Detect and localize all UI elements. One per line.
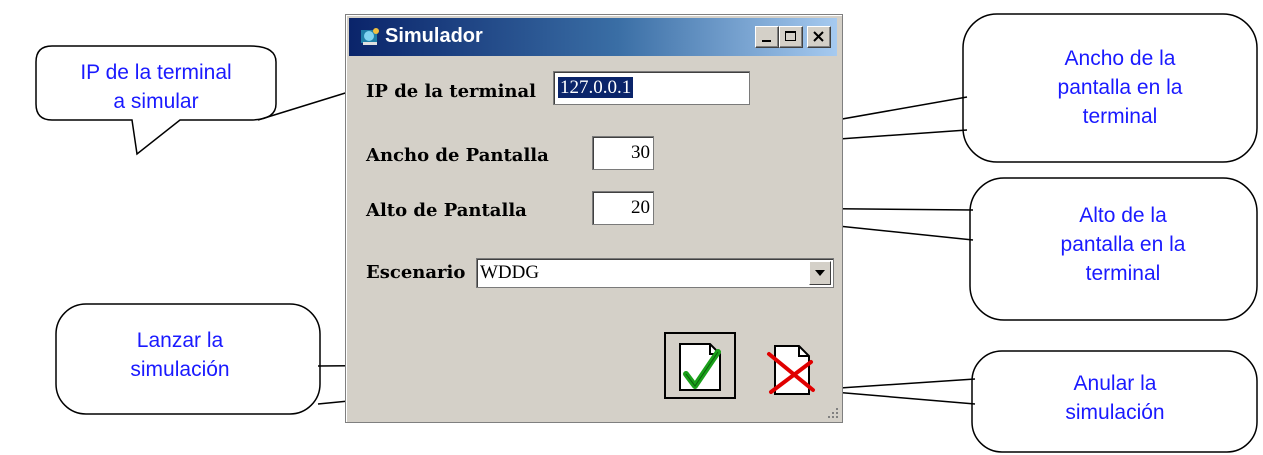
height-label: Alto de Pantalla	[366, 200, 527, 221]
callout-height-text: Alto de la pantalla en la terminal	[1060, 204, 1186, 285]
ip-input[interactable]: 127.0.0.1	[553, 71, 750, 105]
minimize-icon	[762, 40, 771, 42]
close-button[interactable]	[807, 26, 831, 48]
window-title: Simulador	[385, 25, 483, 47]
minimize-button[interactable]	[755, 26, 779, 48]
simulador-window: Simulador IP de la terminal 127.0.0.1 An…	[345, 14, 843, 423]
document-x-icon	[767, 345, 815, 395]
scenario-select[interactable]: WDDG	[476, 258, 834, 288]
chevron-down-icon	[815, 270, 825, 276]
callout-cancel-text: Anular la simulación	[1065, 372, 1165, 424]
width-input[interactable]: 30	[592, 136, 654, 170]
cancel-simulation-button[interactable]	[759, 334, 823, 400]
resize-grip[interactable]	[824, 404, 840, 420]
ip-label: IP de la terminal	[366, 81, 537, 102]
titlebar[interactable]: Simulador	[349, 18, 837, 56]
document-check-icon	[679, 343, 721, 391]
dropdown-button[interactable]	[809, 261, 831, 285]
width-label: Ancho de Pantalla	[366, 145, 549, 166]
height-input[interactable]: 20	[592, 191, 654, 225]
maximize-button[interactable]	[779, 26, 803, 48]
callout-launch-text: Lanzar la simulación	[130, 329, 230, 381]
scenario-label: Escenario	[366, 262, 466, 283]
callout-width-text: Ancho de la pantalla en la terminal	[1057, 47, 1183, 128]
callout-ip-text: IP de la terminal a simular	[80, 61, 232, 113]
ip-value: 127.0.0.1	[558, 77, 634, 98]
app-icon	[361, 28, 379, 45]
launch-simulation-button[interactable]	[664, 332, 736, 399]
close-icon	[813, 31, 824, 42]
scenario-value: WDDG	[480, 262, 540, 283]
maximize-icon	[785, 31, 796, 41]
